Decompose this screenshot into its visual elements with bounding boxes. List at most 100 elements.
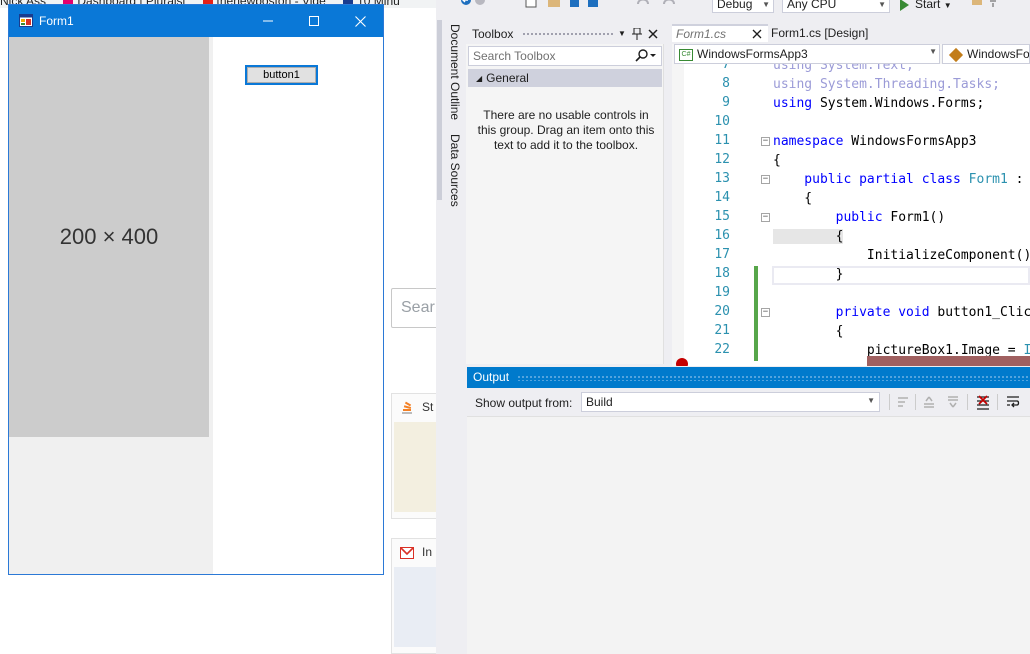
nav-back-forward-icon[interactable]	[460, 0, 488, 8]
pin-icon[interactable]	[632, 28, 642, 40]
toolbox-grip[interactable]	[522, 32, 614, 37]
collapse-icon[interactable]: −	[761, 213, 770, 222]
maximize-button[interactable]	[291, 5, 337, 37]
start-debugging-button[interactable]: Start ▼	[900, 0, 952, 11]
class-icon	[948, 47, 964, 62]
code-line[interactable]: 7 using System.Text;	[672, 64, 1030, 76]
card-title: St	[392, 394, 440, 422]
project-dropdown[interactable]: C# WindowsFormsApp3 ▼	[674, 44, 940, 64]
maximize-icon	[309, 16, 319, 26]
code-token: System.Threading.Tasks;	[819, 77, 1000, 92]
line-number: 8	[722, 76, 730, 91]
code-line[interactable]: 16 {	[672, 228, 1030, 247]
bookmark-item[interactable]: Nick Ass	[0, 0, 46, 7]
collapse-icon[interactable]: −	[761, 175, 770, 184]
toolbox-panel: Toolbox ▼ Search Toolbox ◢ General There …	[466, 24, 664, 364]
output-toolbar: Show output from: Build ▼	[467, 388, 1030, 416]
picturebox1[interactable]: 200 × 400	[9, 37, 209, 437]
window-position-dropdown-icon[interactable]: ▼	[616, 27, 628, 41]
undo-redo-icon[interactable]	[634, 0, 694, 8]
code-token: button1_Clic	[937, 305, 1030, 320]
form-app-icon	[19, 14, 33, 27]
output-text-area[interactable]	[467, 416, 1030, 654]
form-titlebar[interactable]: Form1	[9, 5, 383, 37]
code-token: public partial class	[773, 172, 969, 187]
minimize-button[interactable]	[245, 5, 291, 37]
tab-form1-design[interactable]: Form1.cs [Design]	[771, 26, 868, 40]
previous-message-icon[interactable]	[921, 394, 937, 410]
find-message-icon[interactable]	[895, 394, 911, 410]
change-marker	[754, 285, 758, 304]
collapse-triangle-icon: ◢	[476, 74, 483, 83]
output-panel: Output Show output from: Build ▼	[467, 367, 1030, 654]
code-line[interactable]: 14 {	[672, 190, 1030, 209]
line-number: 18	[714, 266, 730, 281]
browser-search-input[interactable]: Sear	[391, 288, 441, 328]
change-marker	[754, 304, 758, 323]
breakpoint-icon[interactable]	[676, 358, 688, 366]
form-panel	[213, 37, 383, 574]
csharp-project-icon: C#	[679, 48, 693, 61]
close-button[interactable]	[337, 5, 383, 37]
code-token: using	[773, 64, 820, 73]
output-title: Output	[473, 370, 510, 384]
toolbar-file-icons[interactable]	[524, 0, 614, 9]
line-number: 13	[714, 171, 730, 186]
code-line[interactable]: 21 {	[672, 323, 1030, 342]
code-token: {	[773, 229, 844, 244]
toolbar-overflow-icon[interactable]	[970, 0, 1000, 9]
code-token: System.Text;	[819, 64, 914, 73]
code-token: {	[773, 191, 813, 206]
output-source-select[interactable]: Build ▼	[581, 392, 880, 412]
toggle-word-wrap-icon[interactable]	[1005, 394, 1021, 410]
toolbar-separator	[967, 394, 968, 410]
code-line[interactable]: 8 using System.Threading.Tasks;	[672, 76, 1030, 95]
browser-card[interactable]: St	[391, 393, 441, 519]
toolbox-search-input[interactable]: Search Toolbox	[468, 46, 662, 66]
line-number: 11	[714, 133, 730, 148]
code-line[interactable]: 17 InitializeComponent()	[672, 247, 1030, 266]
code-line[interactable]: 15 − public Form1()	[672, 209, 1030, 228]
code-line[interactable]: 19	[672, 285, 1030, 304]
search-icon[interactable]	[635, 49, 657, 63]
line-number: 22	[714, 342, 730, 357]
code-line[interactable]: 13 − public partial class Form1 :	[672, 171, 1030, 190]
collapse-icon[interactable]: −	[761, 137, 770, 146]
browser-card[interactable]: In	[391, 538, 441, 654]
clear-all-icon[interactable]	[975, 394, 991, 410]
code-line[interactable]: 9 using System.Windows.Forms;	[672, 95, 1030, 114]
document-outline-tab[interactable]: Document Outline	[444, 24, 462, 120]
code-line[interactable]: 20 − private void button1_Clic	[672, 304, 1030, 323]
button1[interactable]: button1	[245, 65, 318, 85]
line-number: 10	[714, 114, 730, 129]
show-output-label: Show output from:	[475, 396, 573, 410]
toolbar-separator	[915, 394, 916, 410]
solution-configuration-select[interactable]: Debug ▼	[712, 0, 774, 13]
code-token: {	[773, 324, 844, 339]
code-line[interactable]: 10	[672, 114, 1030, 133]
output-grip[interactable]	[517, 375, 1030, 381]
code-token: System.Windows.Forms;	[819, 96, 985, 111]
class-dropdown[interactable]: WindowsFor	[942, 44, 1030, 64]
code-editor[interactable]: 7 using System.Text; 8 using System.Thre…	[672, 64, 1030, 366]
line-number: 19	[714, 285, 730, 300]
solution-platform-select[interactable]: Any CPU ▼	[782, 0, 890, 13]
code-line[interactable]: 12 {	[672, 152, 1030, 171]
card-thumbnail	[394, 422, 438, 512]
toolbox-group-general[interactable]: ◢ General	[468, 69, 662, 87]
code-line[interactable]: 18 }	[672, 266, 1030, 285]
next-message-icon[interactable]	[945, 394, 961, 410]
stackoverflow-icon	[402, 401, 412, 414]
side-tab-strip	[437, 20, 442, 200]
code-token: InitializeComponent()	[773, 248, 1030, 263]
collapse-icon[interactable]: −	[761, 308, 770, 317]
line-number: 17	[714, 247, 730, 262]
close-icon[interactable]	[648, 29, 658, 39]
data-sources-tab[interactable]: Data Sources	[444, 134, 462, 207]
line-number: 20	[714, 304, 730, 319]
toolbox-empty-message[interactable]: There are no usable controls in this gro…	[476, 108, 656, 153]
close-icon[interactable]	[752, 29, 762, 39]
placeholder-image-label: 200 × 400	[59, 224, 159, 249]
form1-window: Form1 200 × 400 button1	[8, 4, 384, 575]
code-line[interactable]: 11 − namespace WindowsFormsApp3	[672, 133, 1030, 152]
